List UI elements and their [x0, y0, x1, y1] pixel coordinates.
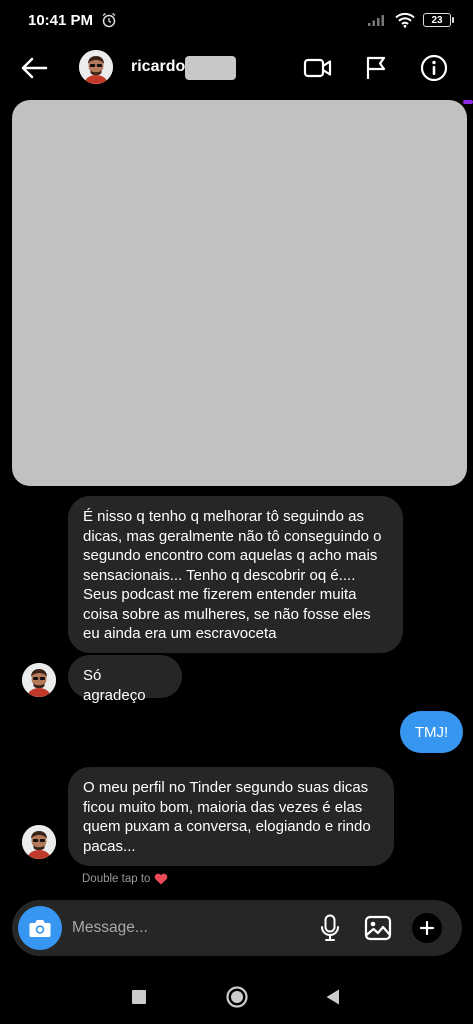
own-message-bubble[interactable]: TMJ! [400, 711, 463, 753]
status-bar: 10:41 PM 23 [0, 0, 473, 40]
avatar-image [79, 50, 113, 84]
circle-icon [226, 986, 248, 1008]
chat-header: ricardo [0, 40, 473, 96]
redacted-media-message[interactable] [12, 100, 467, 486]
status-time: 10:41 PM [28, 11, 94, 29]
signal-icon [368, 15, 384, 26]
plus-icon [419, 920, 435, 936]
message-input[interactable] [72, 916, 292, 940]
gallery-icon [364, 915, 392, 941]
back-nav-button[interactable] [318, 982, 348, 1012]
camera-icon [29, 920, 51, 937]
battery-icon: 23 [423, 13, 454, 27]
system-navigation-bar [0, 970, 473, 1024]
message-bubble[interactable]: Só agradeço [68, 655, 182, 704]
message-bubble[interactable]: É nisso q tenho q melhorar tô seguindo a… [68, 496, 403, 653]
contact-avatar-small[interactable] [22, 825, 56, 859]
avatar-image [22, 825, 56, 859]
home-button[interactable] [222, 982, 252, 1012]
microphone-icon [321, 914, 339, 941]
info-icon [420, 54, 448, 82]
video-call-icon [303, 58, 332, 78]
flag-button[interactable] [360, 52, 392, 84]
contact-name[interactable]: ricardo [131, 58, 185, 76]
double-tap-hint: Double tap to [82, 873, 168, 885]
heart-icon [155, 873, 168, 885]
contact-avatar-small[interactable] [22, 663, 56, 697]
story-ring-edge [463, 100, 473, 104]
hint-text: Double tap to [82, 873, 151, 885]
contact-avatar[interactable] [79, 50, 113, 84]
back-arrow-icon [21, 57, 48, 79]
more-options-button[interactable] [412, 913, 442, 943]
gallery-button[interactable] [362, 912, 394, 944]
video-call-button[interactable] [302, 52, 334, 84]
message-bubble[interactable]: O meu perfil no Tinder segundo suas dica… [68, 767, 394, 866]
camera-button[interactable] [18, 906, 62, 950]
alarm-icon [102, 12, 116, 28]
voice-message-button[interactable] [314, 912, 346, 944]
info-button[interactable] [418, 52, 450, 84]
wifi-icon [395, 12, 415, 28]
flag-icon [366, 56, 386, 79]
avatar-image [22, 663, 56, 697]
square-icon [132, 990, 146, 1004]
triangle-back-icon [326, 989, 339, 1005]
message-composer [12, 900, 462, 956]
redacted-name-block [185, 56, 236, 80]
back-button[interactable] [18, 52, 50, 84]
recents-button[interactable] [124, 982, 154, 1012]
